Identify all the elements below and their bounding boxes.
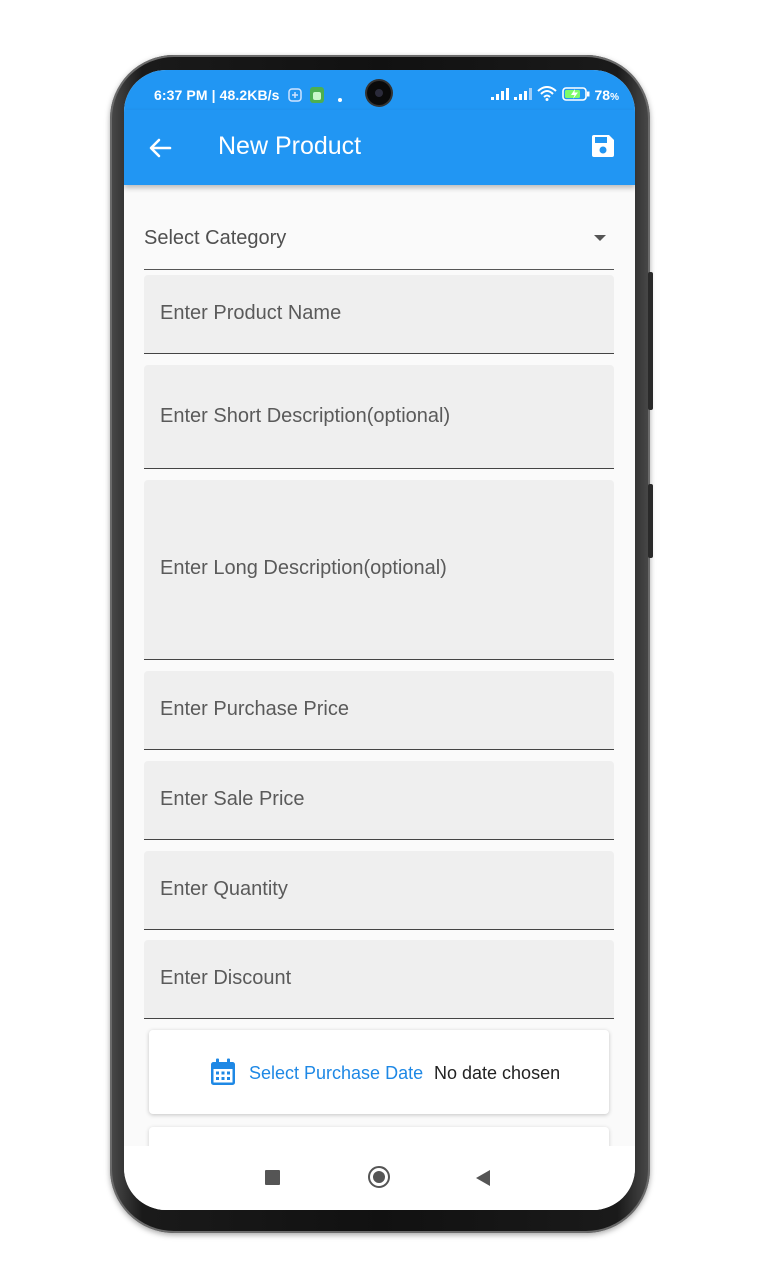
save-button[interactable]: [589, 132, 617, 160]
purchase-date-card: Select Purchase Date No date chosen: [149, 1030, 609, 1114]
dropdown-arrow-icon: [594, 235, 606, 241]
floppy-save-icon: [589, 135, 617, 164]
product-name-placeholder: Enter Product Name: [160, 302, 342, 324]
product-form: Select Category Enter Product Name Enter…: [124, 185, 635, 1146]
signal-icon: [490, 87, 509, 103]
battery-icon: [561, 86, 590, 104]
purchase-price-field[interactable]: Enter Purchase Price: [144, 671, 614, 750]
calendar-icon[interactable]: [210, 1058, 236, 1086]
next-date-card: [149, 1127, 609, 1146]
long-description-placeholder: Enter Long Description(optional): [160, 557, 447, 579]
status-time-speed: 6:37 PM | 48.2KB/s: [154, 87, 280, 104]
notification-icon: [287, 88, 302, 105]
purchase-date-value: No date chosen: [434, 1063, 561, 1083]
short-description-field[interactable]: Enter Short Description(optional): [144, 365, 614, 469]
phone-screen: 6:37 PM | 48.2KB/s 78% New Product Selec…: [124, 70, 635, 1210]
select-purchase-date-button[interactable]: Select Purchase Date: [249, 1063, 423, 1084]
app-bar: New Product: [124, 110, 635, 185]
phone-power-button: [648, 484, 653, 558]
status-bar-right: 78%: [490, 86, 619, 104]
sale-price-placeholder: Enter Sale Price: [160, 788, 305, 810]
purchase-price-placeholder: Enter Purchase Price: [160, 698, 349, 720]
page-title: New Product: [218, 132, 362, 160]
recents-square-icon[interactable]: [265, 1170, 280, 1185]
arrow-left-icon: [146, 138, 174, 166]
category-dropdown-label: Select Category: [144, 227, 287, 249]
wifi-icon: [536, 86, 557, 104]
signal-icon: [513, 87, 532, 103]
long-description-field[interactable]: Enter Long Description(optional): [144, 480, 614, 660]
home-circle-icon[interactable]: [368, 1166, 390, 1188]
battery-level: 78: [594, 87, 611, 103]
discount-field[interactable]: Enter Discount: [144, 940, 614, 1019]
quantity-placeholder: Enter Quantity: [160, 878, 288, 900]
back-triangle-icon[interactable]: [476, 1170, 490, 1186]
category-dropdown[interactable]: Select Category: [144, 185, 614, 270]
sale-price-field[interactable]: Enter Sale Price: [144, 761, 614, 840]
system-nav-bar: [124, 1146, 635, 1210]
phone-volume-button: [648, 272, 653, 410]
front-camera: [367, 81, 391, 105]
battery-percent: 78%: [595, 87, 619, 103]
status-bar: 6:37 PM | 48.2KB/s 78%: [124, 70, 635, 110]
dot-indicator-icon: [337, 89, 342, 105]
quantity-field[interactable]: Enter Quantity: [144, 851, 614, 930]
short-description-placeholder: Enter Short Description(optional): [160, 405, 451, 427]
battery-unit: %: [610, 92, 619, 103]
back-button[interactable]: [146, 134, 174, 162]
product-name-field[interactable]: Enter Product Name: [144, 275, 614, 354]
android-app-icon: [309, 87, 324, 106]
discount-placeholder: Enter Discount: [160, 967, 292, 989]
status-bar-left: 6:37 PM | 48.2KB/s: [154, 87, 342, 106]
